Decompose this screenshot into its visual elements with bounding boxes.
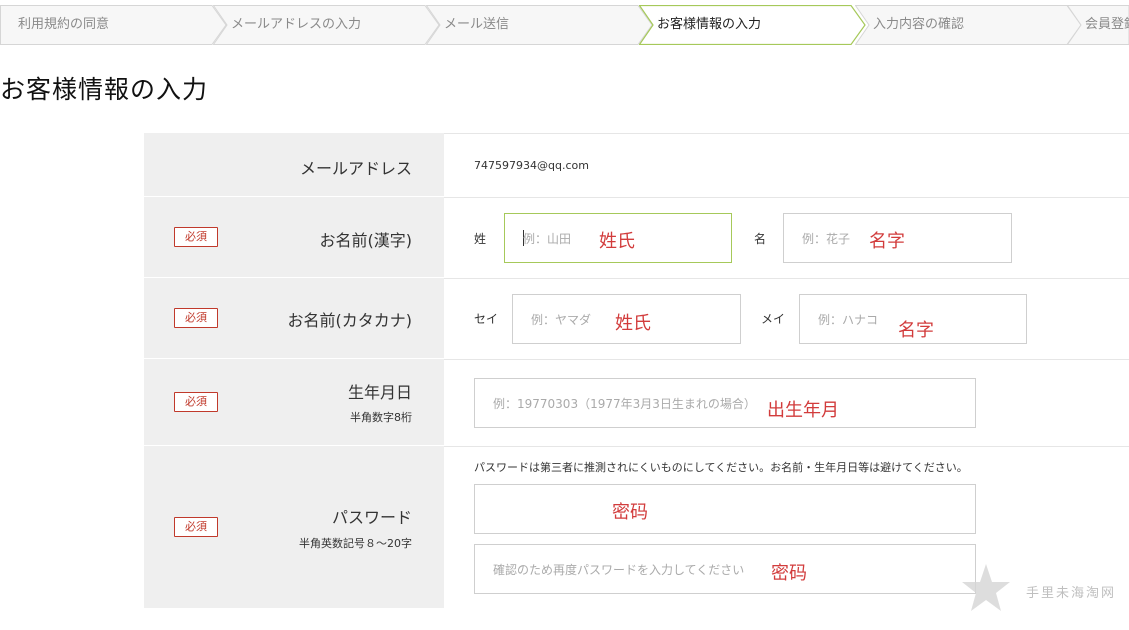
birthday-sublabel: 半角数字8桁 [350, 411, 412, 424]
name-kanji-row: 必須 お名前(漢字) 姓 例：山田 姓氏 名 例：花子 名字 [144, 197, 1129, 278]
last-name-kana-annotation: 姓氏 [615, 313, 651, 334]
last-name-kana-placeholder: 例：ヤマダ [531, 312, 592, 327]
email-value-cell: 747597934@qq.com [444, 133, 1129, 197]
name-kana-label: お名前(カタカナ) [287, 311, 413, 330]
name-kanji-value-cell: 姓 例：山田 姓氏 名 例：花子 名字 [444, 197, 1129, 278]
step-register: 会員登録 [1067, 5, 1129, 45]
birthday-row: 必須 生年月日 半角数字8桁 例：19770303（1977年3月3日生まれの場… [144, 359, 1129, 446]
name-kanji-label-cell: 必須 お名前(漢字) [144, 197, 444, 278]
last-name-kana-input[interactable]: 例：ヤマダ 姓氏 [512, 294, 741, 344]
last-name-label: 姓 [474, 232, 487, 246]
birthday-label-cell: 必須 生年月日 半角数字8桁 [144, 359, 444, 446]
first-name-kana-placeholder: 例：ハナコ [818, 312, 879, 327]
birthday-value-cell: 例：19770303（1977年3月3日生まれの場合） 出生年月 [444, 359, 1129, 446]
first-name-annotation: 名字 [869, 231, 905, 252]
step-label: お客様情報の入力 [657, 17, 762, 32]
last-name-kana-label: セイ [474, 312, 499, 326]
password-hint: パスワードは第三者に推測されにくいものにしてください。お名前・生年月日等は避けて… [474, 461, 968, 474]
step-email-input: メールアドレスの入力 [213, 5, 441, 45]
password-label-cell: 必須 パスワード 半角英数記号８〜20字 [144, 446, 444, 609]
first-name-kana-annotation: 名字 [898, 320, 934, 341]
password-annotation: 密码 [612, 502, 648, 523]
step-label: メールアドレスの入力 [231, 17, 362, 32]
password-confirm-annotation: 密码 [771, 563, 807, 584]
name-kana-row: 必須 お名前(カタカナ) セイ 例：ヤマダ 姓氏 メイ 例：ハナコ 名字 [144, 278, 1129, 359]
birthday-input[interactable]: 例：19770303（1977年3月3日生まれの場合） 出生年月 [474, 378, 976, 428]
last-name-kanji-placeholder: 例：山田 [523, 231, 572, 246]
password-confirm-placeholder: 確認のため再度パスワードを入力してください [493, 562, 745, 577]
email-label: メールアドレス [299, 159, 412, 178]
customer-info-form: メールアドレス 747597934@qq.com 必須 お名前(漢字) 姓 例：… [144, 133, 1129, 609]
step-label: 利用規約の同意 [18, 17, 110, 32]
email-row: メールアドレス 747597934@qq.com [144, 133, 1129, 197]
required-badge: 必須 [174, 227, 218, 247]
step-confirm: 入力内容の確認 [855, 5, 1083, 45]
birthday-placeholder: 例：19770303（1977年3月3日生まれの場合） [493, 396, 756, 411]
first-name-kanji-placeholder: 例：花子 [802, 231, 851, 246]
first-name-kanji-input[interactable]: 例：花子 名字 [783, 213, 1012, 263]
email-value: 747597934@qq.com [474, 159, 589, 172]
required-badge: 必須 [174, 308, 218, 328]
first-name-label: 名 [754, 232, 767, 246]
step-label: 入力内容の確認 [873, 17, 965, 32]
step-email-sent: メール送信 [426, 5, 654, 45]
page-title: お客様情報の入力 [0, 75, 209, 104]
first-name-kana-input[interactable]: 例：ハナコ 名字 [799, 294, 1027, 344]
birthday-annotation: 出生年月 [767, 400, 839, 421]
name-kana-value-cell: セイ 例：ヤマダ 姓氏 メイ 例：ハナコ 名字 [444, 278, 1129, 359]
first-name-kana-label: メイ [761, 312, 786, 326]
password-label: パスワード [331, 508, 412, 527]
last-name-kanji-input[interactable]: 例：山田 姓氏 [504, 213, 732, 263]
step-customer-info: お客様情報の入力 [639, 5, 867, 45]
last-name-annotation: 姓氏 [599, 231, 635, 252]
step-terms: 利用規約の同意 [0, 5, 228, 45]
step-label: メール送信 [444, 17, 510, 32]
password-sublabel: 半角英数記号８〜20字 [299, 537, 412, 550]
password-input[interactable]: 密码 [474, 484, 976, 534]
required-badge: 必須 [174, 392, 218, 412]
name-kana-label-cell: 必須 お名前(カタカナ) [144, 278, 444, 359]
password-confirm-input[interactable]: 確認のため再度パスワードを入力してください 密码 [474, 544, 976, 594]
watermark-text: 手里未海淘网 [1026, 586, 1117, 601]
step-progress-bar: 利用規約の同意 メールアドレスの入力 メール送信 入力内容の確認 会員登録 お客… [0, 5, 1129, 45]
required-badge: 必須 [174, 517, 218, 537]
name-kanji-label: お名前(漢字) [319, 231, 413, 250]
email-label-cell: メールアドレス [144, 133, 444, 197]
step-label: 会員登録 [1085, 17, 1129, 32]
birthday-label: 生年月日 [347, 383, 412, 402]
